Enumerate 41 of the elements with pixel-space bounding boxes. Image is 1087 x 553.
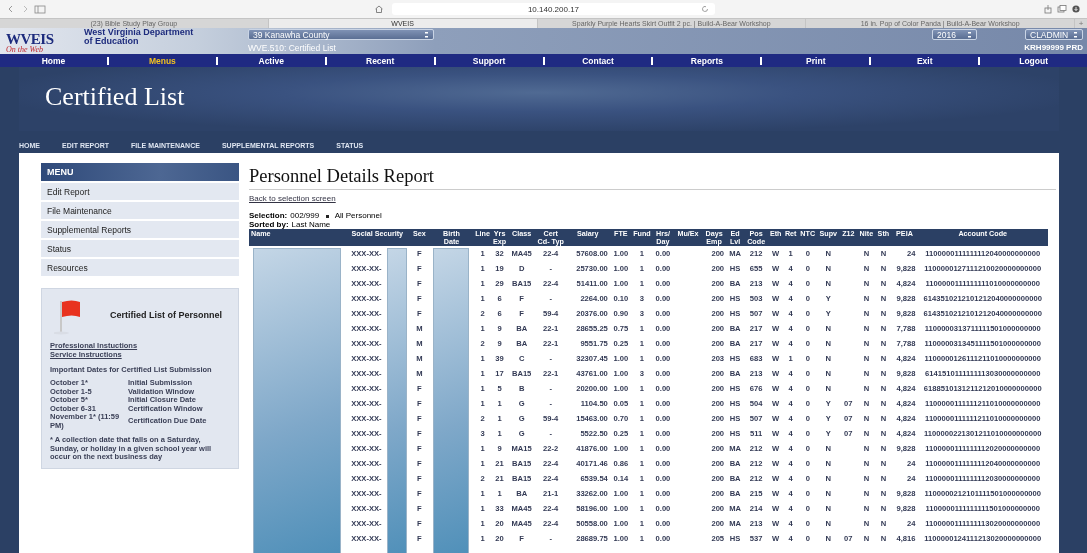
nav-link[interactable]: Active [217, 56, 327, 65]
session-id: KRH99999 PRD [1024, 43, 1083, 52]
nav-link[interactable]: Print [762, 56, 872, 65]
share-icon[interactable] [1043, 4, 1053, 14]
year-select[interactable]: 2016 [932, 29, 977, 40]
nav-link[interactable]: Menus [108, 56, 218, 65]
selection-value: 002/999 [290, 211, 320, 220]
sorted-value: Last Name [291, 220, 331, 229]
logo-text: WVEIS [6, 32, 55, 46]
report-title: Personnel Details Report [249, 166, 1056, 190]
tabs-icon[interactable] [1057, 4, 1067, 14]
menu-item[interactable]: File Maintenance [41, 202, 239, 219]
selection-note: All Personnel [334, 211, 382, 220]
application-name: WVE.510: Certified List [248, 43, 337, 53]
nav-link[interactable]: Contact [544, 56, 654, 65]
card-title: Certified List of Personnel [110, 310, 223, 320]
back-link[interactable]: Back to selection screen [249, 194, 336, 203]
sorted-label: Sorted by: [249, 220, 289, 229]
nav-link[interactable]: Home [0, 56, 109, 65]
nav-link[interactable]: Logout [980, 56, 1087, 65]
page-title: Certified List [45, 82, 186, 112]
home-icon[interactable] [374, 4, 384, 14]
menu-item[interactable]: Status [41, 240, 239, 257]
agency-name: West Virginia Department of Education [83, 28, 194, 48]
selection-label: Selection: [249, 211, 288, 220]
nav-link[interactable]: Reports [653, 56, 763, 65]
menu-header: MENU [41, 163, 239, 181]
menu-item[interactable]: Supplemental Reports [41, 221, 239, 238]
sidebar-icon[interactable] [34, 4, 46, 14]
county-select[interactable]: 39 Kanawha County [248, 29, 434, 40]
menu-item[interactable]: Edit Report [41, 183, 239, 200]
nav-link[interactable]: Recent [326, 56, 436, 65]
download-icon[interactable] [1071, 4, 1081, 14]
user-select[interactable]: CLADMIN [1025, 29, 1083, 40]
reload-icon[interactable] [701, 5, 709, 13]
logo-tagline: On the Web [6, 46, 45, 54]
menu-item[interactable]: Resources [41, 259, 239, 276]
nav-link[interactable]: Support [435, 56, 545, 65]
address-field[interactable]: 10.140.200.17 [392, 3, 715, 15]
nav-link[interactable]: Exit [871, 56, 981, 65]
bullet-icon [326, 215, 329, 218]
